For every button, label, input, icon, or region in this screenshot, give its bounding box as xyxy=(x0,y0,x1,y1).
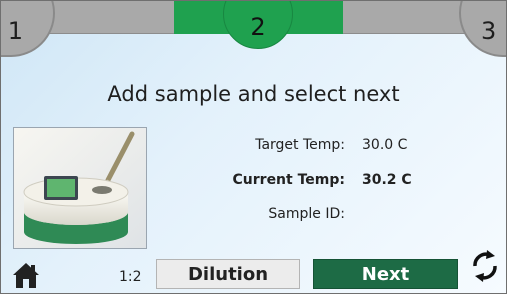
step-3-indicator[interactable]: 3 xyxy=(459,1,506,57)
dilution-button[interactable]: Dilution xyxy=(156,259,300,289)
device-screen: 1 2 3 Add sample and select next Target … xyxy=(0,0,507,294)
step-1-indicator[interactable]: 1 xyxy=(1,1,55,57)
sample-id-label: Sample ID: xyxy=(268,206,345,222)
step-2-indicator[interactable]: 2 xyxy=(223,1,293,49)
dilution-ratio: 1:2 xyxy=(119,269,142,285)
current-temp-value: 30.2 C xyxy=(362,172,412,188)
step-1-label: 1 xyxy=(7,17,23,45)
refresh-icon[interactable] xyxy=(468,249,502,283)
next-button[interactable]: Next xyxy=(313,259,458,289)
target-temp-label: Target Temp: xyxy=(255,137,345,153)
current-temp-label: Current Temp: xyxy=(232,172,345,188)
instrument-photo xyxy=(13,127,147,249)
step-2-label: 2 xyxy=(250,13,266,41)
home-icon[interactable] xyxy=(11,260,41,290)
step-3-label: 3 xyxy=(481,17,497,45)
instrument-illustration xyxy=(14,128,146,248)
instruction-text: Add sample and select next xyxy=(107,82,400,106)
target-temp-value: 30.0 C xyxy=(362,137,408,153)
home-icon-graphic xyxy=(13,263,39,288)
refresh-icon-graphic xyxy=(473,250,497,282)
